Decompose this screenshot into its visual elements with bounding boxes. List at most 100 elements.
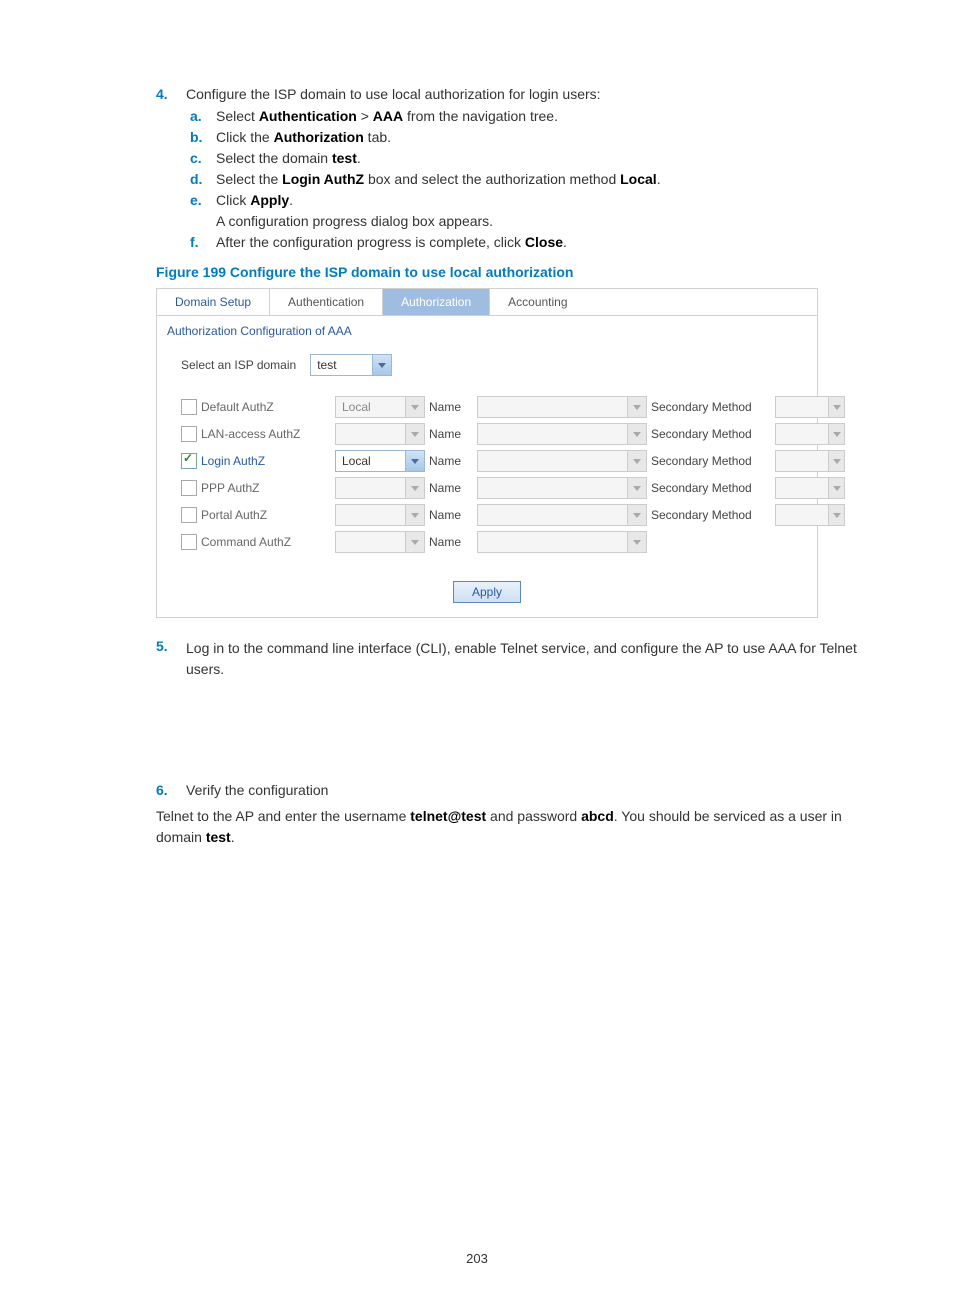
- checkbox-icon: [181, 480, 197, 496]
- chevron-down-icon: [405, 478, 424, 498]
- step-5-number: 5.: [156, 638, 186, 680]
- secondary-method-label: Secondary Method: [651, 454, 771, 468]
- authz-checkbox-lan-access-authz[interactable]: LAN-access AuthZ: [181, 426, 331, 442]
- name-column-label: Name: [429, 454, 473, 468]
- step-4a-text: Select Authentication > AAA from the nav…: [216, 108, 874, 124]
- apply-button[interactable]: Apply: [453, 581, 521, 603]
- authz-checkbox-ppp-authz[interactable]: PPP AuthZ: [181, 480, 331, 496]
- authz-row-label: Default AuthZ: [201, 400, 274, 414]
- authz-row-label: PPP AuthZ: [201, 481, 259, 495]
- authz-checkbox-default-authz[interactable]: Default AuthZ: [181, 399, 331, 415]
- step-4b-num: b.: [190, 129, 216, 145]
- chevron-down-icon: [405, 424, 424, 444]
- name-select: [477, 396, 647, 418]
- step-6-number: 6.: [156, 782, 186, 798]
- step-4d-num: d.: [190, 171, 216, 187]
- chevron-down-icon: [372, 355, 391, 375]
- secondary-method-select: [775, 396, 845, 418]
- step-4f-text: After the configuration progress is comp…: [216, 234, 874, 250]
- secondary-method-select: [775, 450, 845, 472]
- method-value: Local: [336, 454, 405, 468]
- name-select: [477, 450, 647, 472]
- checkbox-icon: [181, 507, 197, 523]
- authz-row: Login AuthZ Local Name Secondary Method: [181, 449, 793, 473]
- secondary-method-label: Secondary Method: [651, 508, 771, 522]
- secondary-method-select: [775, 477, 845, 499]
- checkbox-icon: [181, 453, 197, 469]
- secondary-method-select: [775, 504, 845, 526]
- chevron-down-icon: [828, 478, 844, 498]
- chevron-down-icon: [828, 424, 844, 444]
- chevron-down-icon: [627, 424, 646, 444]
- authz-row: Command AuthZ Name: [181, 530, 793, 554]
- chevron-down-icon: [627, 397, 646, 417]
- chevron-down-icon: [828, 397, 844, 417]
- chevron-down-icon: [828, 505, 844, 525]
- tab-bar: Domain Setup Authentication Authorizatio…: [157, 289, 817, 316]
- tab-accounting[interactable]: Accounting: [490, 289, 585, 315]
- method-value: Local: [336, 400, 405, 414]
- method-select[interactable]: Local: [335, 450, 425, 472]
- chevron-down-icon: [405, 505, 424, 525]
- name-select: [477, 504, 647, 526]
- authz-row: Portal AuthZ Name Secondary Method: [181, 503, 793, 527]
- authz-checkbox-login-authz[interactable]: Login AuthZ: [181, 453, 331, 469]
- section-title: Authorization Configuration of AAA: [157, 316, 817, 342]
- step-6-text: Verify the configuration: [186, 782, 328, 798]
- verify-paragraph: Telnet to the AP and enter the username …: [156, 806, 874, 848]
- method-select: [335, 477, 425, 499]
- step-4e-extra: A configuration progress dialog box appe…: [216, 213, 874, 229]
- secondary-method-label: Secondary Method: [651, 427, 771, 441]
- authz-row: PPP AuthZNameSecondary Method: [181, 476, 793, 500]
- authz-row-label: Command AuthZ: [201, 535, 291, 549]
- chevron-down-icon: [405, 397, 424, 417]
- chevron-down-icon: [627, 478, 646, 498]
- checkbox-icon: [181, 399, 197, 415]
- tab-domain-setup[interactable]: Domain Setup: [157, 289, 270, 315]
- method-select: [335, 531, 425, 553]
- step-4a-num: a.: [190, 108, 216, 124]
- step-4c-num: c.: [190, 150, 216, 166]
- chevron-down-icon: [627, 451, 646, 471]
- tab-authentication[interactable]: Authentication: [270, 289, 383, 315]
- step-4-text: Configure the ISP domain to use local au…: [186, 86, 601, 102]
- step-4c-text: Select the domain test.: [216, 150, 874, 166]
- step-4e-text: Click Apply.: [216, 192, 874, 208]
- name-select: [477, 477, 647, 499]
- name-column-label: Name: [429, 400, 473, 414]
- secondary-method-select: [775, 423, 845, 445]
- authz-checkbox-portal-authz[interactable]: Portal AuthZ: [181, 507, 331, 523]
- checkbox-icon: [181, 534, 197, 550]
- select-isp-label: Select an ISP domain: [181, 358, 296, 372]
- authz-checkbox-command-authz[interactable]: Command AuthZ: [181, 534, 331, 550]
- method-select: [335, 504, 425, 526]
- step-4d-text: Select the Login AuthZ box and select th…: [216, 171, 874, 187]
- chevron-down-icon: [405, 532, 424, 552]
- isp-domain-select[interactable]: test: [310, 354, 392, 376]
- tab-authorization[interactable]: Authorization: [383, 289, 490, 315]
- step-4-number: 4.: [156, 86, 186, 102]
- authz-row: Default AuthZ Local Name Secondary Method: [181, 395, 793, 419]
- chevron-down-icon: [627, 532, 646, 552]
- authz-row-label: Portal AuthZ: [201, 508, 267, 522]
- name-select: [477, 423, 647, 445]
- step-4e-num: e.: [190, 192, 216, 208]
- name-column-label: Name: [429, 535, 473, 549]
- name-column-label: Name: [429, 481, 473, 495]
- authz-row-label: LAN-access AuthZ: [201, 427, 300, 441]
- authz-row-label: Login AuthZ: [201, 454, 265, 468]
- chevron-down-icon: [828, 451, 844, 471]
- chevron-down-icon: [627, 505, 646, 525]
- chevron-down-icon: [405, 451, 424, 471]
- authorization-config-screenshot: Domain Setup Authentication Authorizatio…: [156, 288, 818, 618]
- page-number: 203: [0, 1251, 954, 1266]
- step-4f-num: f.: [190, 234, 216, 250]
- figure-199-caption: Figure 199 Configure the ISP domain to u…: [156, 264, 874, 280]
- method-select: Local: [335, 396, 425, 418]
- method-select: [335, 423, 425, 445]
- name-select: [477, 531, 647, 553]
- secondary-method-label: Secondary Method: [651, 400, 771, 414]
- name-column-label: Name: [429, 508, 473, 522]
- step-5-text: Log in to the command line interface (CL…: [186, 638, 874, 680]
- name-column-label: Name: [429, 427, 473, 441]
